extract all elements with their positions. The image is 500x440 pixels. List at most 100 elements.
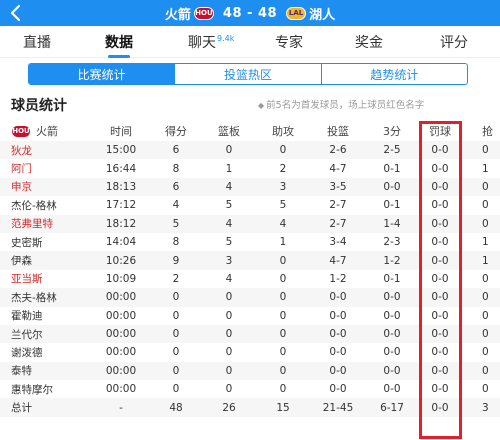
score: 48 - 48 [222,5,278,21]
cell-rebounds: 4 [225,272,233,285]
cell-points: 0 [172,364,180,377]
cell-free-throws: 0-0 [431,254,449,267]
player-name[interactable]: 伊森 [11,251,32,269]
player-name[interactable]: 杰伦-格林 [11,196,57,214]
col-header-three-pointers[interactable]: 3分 [372,121,412,141]
table-body: 狄龙 15:00 6 0 0 2-6 2-5 0-0 0 阿门 16:44 8 1 2 4-7 0-1 0-0 1… [0,141,500,417]
cell-points: 0 [172,346,180,359]
table-row[interactable]: 狄龙 15:00 6 0 0 2-6 2-5 0-0 0 [0,141,500,160]
cell-minutes: 10:26 [105,254,137,267]
player-name[interactable]: 霍勒迪 [11,307,43,325]
player-name[interactable]: 惠特摩尔 [11,380,53,398]
game-title: 火箭 HOU 48 - 48 LAL 湖人 [0,0,500,26]
tab-bonus[interactable]: 奖金 [355,32,383,52]
cell-assists: 0 [279,383,287,396]
player-name[interactable]: 狄龙 [11,141,32,159]
cell-steals: 0 [482,309,489,322]
cell-rebounds: 0 [225,364,233,377]
cell-three-pointers: 0-1 [383,199,401,212]
cell-minutes: 00:00 [105,309,137,322]
tab-rating[interactable]: 评分 [440,32,468,52]
col-header-free-throws[interactable]: 罚球 [420,121,460,141]
col-header-points[interactable]: 得分 [156,121,196,141]
cell-points: 5 [172,217,180,230]
cell-assists: 0 [279,364,287,377]
cell-assists: 4 [279,217,287,230]
table-row[interactable]: 泰特 00:00 0 0 0 0-0 0-0 0-0 0 [0,361,500,381]
table-row[interactable]: 惠特摩尔 00:00 0 0 0 0-0 0-0 0-0 0 [0,380,500,398]
cell-three-pointers: 2-3 [383,236,401,249]
cell-steals: 0 [482,144,489,157]
cell-steals: 1 [482,254,489,267]
table-row[interactable]: 史密斯 14:04 8 5 1 3-4 2-3 0-0 1 [0,233,500,251]
cell-free-throws: 0-0 [431,236,449,249]
cell-free-throws: 0-0 [431,346,449,359]
cell-minutes: 14:04 [105,236,137,249]
player-name[interactable]: 谢泼德 [11,343,43,361]
table-row[interactable]: 谢泼德 00:00 0 0 0 0-0 0-0 0-0 0 [0,343,500,361]
table-row[interactable]: 阿门 16:44 8 1 2 4-7 0-1 0-0 1 [0,159,500,177]
player-name[interactable]: 范弗里特 [11,215,53,233]
cell-assists: 0 [279,346,287,359]
away-team-logo: LAL [286,6,307,20]
cell-three-pointers: 2-5 [383,144,401,157]
cell-points: 0 [172,328,180,341]
table-row[interactable]: 伊森 10:26 9 3 0 4-7 1-2 0-0 1 [0,251,500,270]
segment-game-stats[interactable]: 比赛统计 [29,64,176,84]
col-header-rebounds[interactable]: 篮板 [209,121,249,141]
cell-free-throws: 0-0 [431,199,449,212]
table-row[interactable]: 范弗里特 18:12 5 4 4 2-7 1-4 0-0 0 [0,214,500,233]
player-name[interactable]: 史密斯 [11,233,43,251]
segment-shot-chart[interactable]: 投篮热区 [175,64,322,84]
cell-free-throws: 0-0 [431,383,449,396]
cell-assists: 0 [279,144,287,157]
cell-assists: 0 [279,291,287,304]
team-header-label: 火箭 [36,125,58,138]
cell-free-throws: 0-0 [431,162,449,175]
col-header-minutes[interactable]: 时间 [98,121,144,141]
table-row[interactable]: 杰伦-格林 17:12 4 5 5 2-7 0-1 0-0 0 [0,196,500,214]
cell-steals: 0 [482,199,489,212]
segment-trend-stats[interactable]: 趋势统计 [322,64,467,84]
cell-free-throws: 0-0 [431,272,449,285]
col-header-steals[interactable]: 抢 [482,121,500,141]
cell-three-pointers: 0-1 [383,272,401,285]
table-row[interactable]: 亚当斯 10:09 2 4 0 1-2 0-1 0-0 0 [0,270,500,288]
table-row[interactable]: 申京 18:13 6 4 3 3-5 0-0 0-0 0 [0,177,500,197]
cell-rebounds: 0 [225,328,233,341]
cell-three-pointers: 0-1 [383,162,401,175]
section-title: 球员统计 [11,98,67,114]
cell-free-throws: 0-0 [431,401,449,414]
cell-minutes: 18:12 [105,217,137,230]
table-row[interactable]: 兰代尔 00:00 0 0 0 0-0 0-0 0-0 0 [0,324,500,344]
tab-experts[interactable]: 专家 [275,32,303,52]
col-header-assists[interactable]: 助攻 [263,121,303,141]
table-row[interactable]: 霍勒迪 00:00 0 0 0 0-0 0-0 0-0 0 [0,307,500,325]
cell-steals: 0 [482,180,489,193]
player-name[interactable]: 总计 [11,398,32,416]
player-name[interactable]: 申京 [11,178,32,196]
cell-steals: 0 [482,328,489,341]
player-name[interactable]: 亚当斯 [11,270,43,288]
cell-points: 6 [172,144,180,157]
tab-data[interactable]: 数据 [105,32,133,52]
cell-assists: 5 [279,199,287,212]
cell-minutes: 00:00 [105,328,137,341]
cell-field-goals: 0-0 [329,346,347,359]
cell-free-throws: 0-0 [431,309,449,322]
player-name[interactable]: 泰特 [11,362,32,380]
cell-assists: 15 [276,401,290,414]
player-name[interactable]: 兰代尔 [11,325,43,343]
cell-minutes: 00:00 [105,383,137,396]
player-name[interactable]: 阿门 [11,159,32,177]
col-header-field-goals[interactable]: 投篮 [316,121,360,141]
tab-live[interactable]: 直播 [23,32,51,52]
team-logo-small: HOU [11,124,31,138]
cell-points: 6 [172,180,180,193]
table-row[interactable]: 杰夫-格林 00:00 0 0 0 0-0 0-0 0-0 0 [0,288,500,307]
player-name[interactable]: 杰夫-格林 [11,288,57,306]
cell-field-goals: 4-7 [329,162,347,175]
cell-points: 0 [172,291,180,304]
table-total-row[interactable]: 总计 - 48 26 15 21-45 6-17 0-0 3 [0,398,500,417]
tab-chat[interactable]: 聊天9.4k [188,32,234,52]
